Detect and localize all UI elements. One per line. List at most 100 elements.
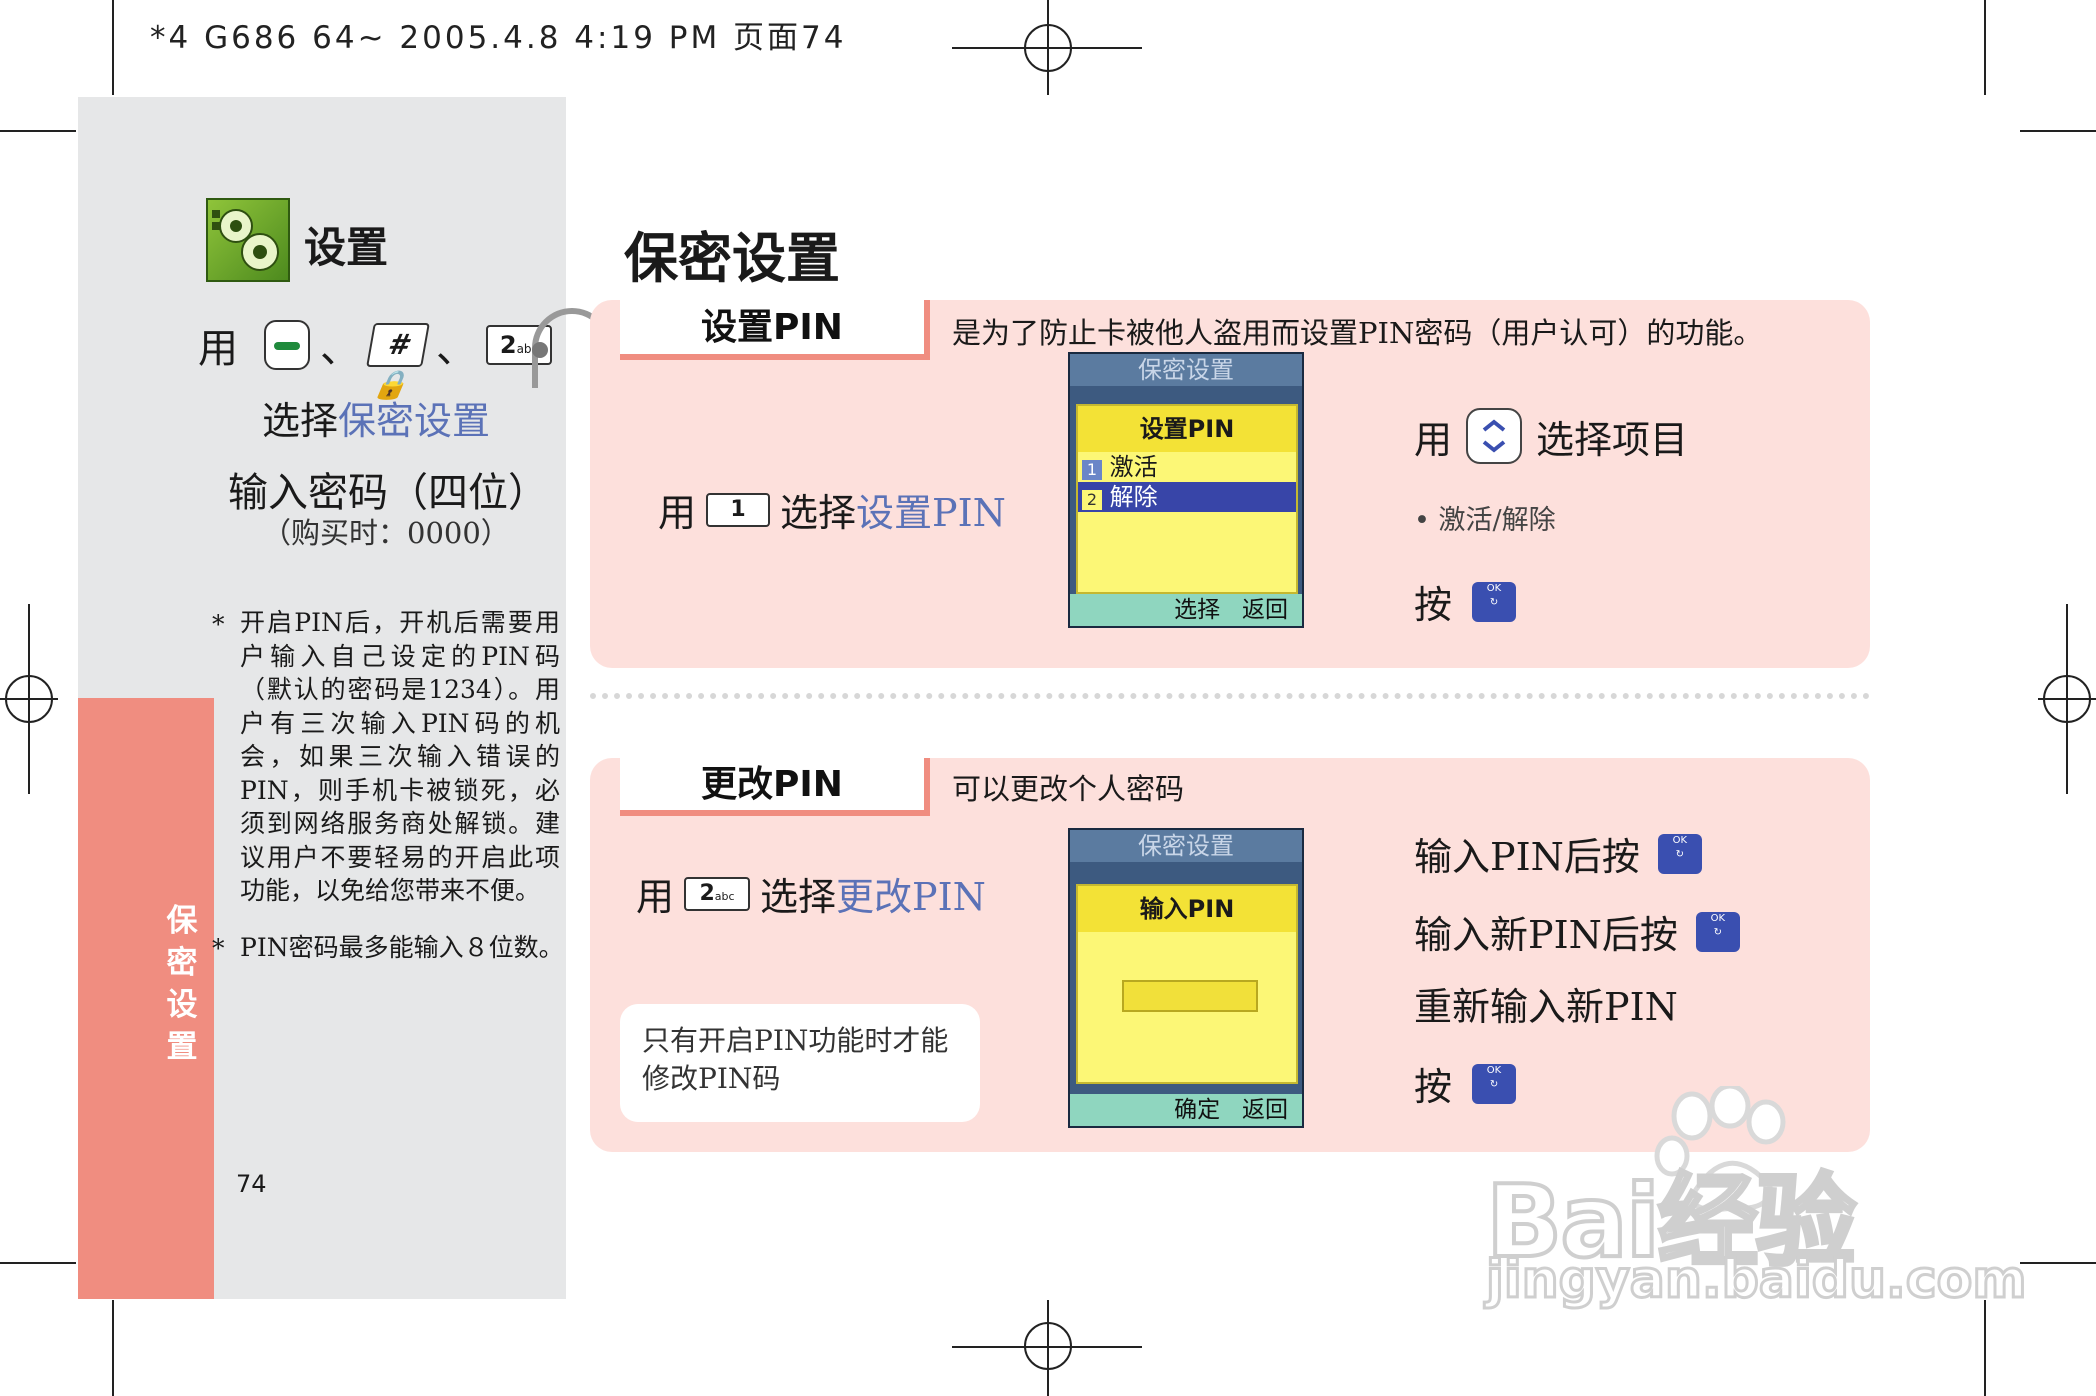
vertical-char: 设: [166, 987, 198, 1023]
page-number: 74: [236, 1170, 267, 1198]
set-pin-step: 用 1 选择设置PIN: [658, 482, 1006, 537]
phone-popup: 输入PIN: [1076, 884, 1298, 1084]
ok-key-icon: OK ↻: [1695, 911, 1740, 952]
pin-note: 开启PIN后，开机后需要用户输入自己设定的PIN码（默认的密码是1234）。用户…: [240, 608, 560, 905]
popup-option-deactivate[interactable]: 2 解除: [1078, 482, 1296, 512]
reenter-new-pin-step: 重新输入新PIN: [1414, 985, 1678, 1029]
set-pin-tab: 设置PIN: [620, 300, 930, 360]
connector-dot: [532, 342, 548, 358]
select-target: 保密设置: [338, 399, 491, 443]
nav-prefix: 用: [198, 326, 238, 372]
crop-mark: [2020, 130, 2096, 132]
step-prefix: 用: [658, 491, 697, 535]
change-pin-tab: 更改PIN: [620, 758, 930, 816]
hash-key-icon: #🔒: [366, 323, 430, 401]
vertical-char: 保: [166, 903, 198, 939]
crop-mark: [1984, 0, 1986, 95]
activate-option-line: • 激活/解除: [1414, 505, 1556, 536]
select-prefix: 选择: [262, 399, 339, 443]
phone-softkeys: 确定 返回: [1070, 1094, 1302, 1126]
page-title: 保密设置: [624, 227, 840, 290]
step-target: 设置PIN: [856, 491, 1006, 535]
enter-new-pin-label: 输入新PIN后按: [1414, 913, 1678, 957]
key-2-sub: abc: [714, 889, 735, 903]
phone-screen-set-pin: 保密设置 设置PIN 1 激活 2 解除 选择 返回: [1068, 352, 1304, 628]
press-ok-line: 按 OK ↻: [1414, 1056, 1517, 1111]
option-label: 解除: [1109, 483, 1158, 511]
set-pin-description: 是为了防止卡被他人盗用而设置PIN密码（用户认可）的功能。: [952, 316, 1763, 350]
phone-popup: 设置PIN 1 激活 2 解除: [1076, 404, 1298, 594]
default-password: （购买时：0000）: [262, 516, 510, 550]
nav-key-row: 用 、 #🔒 、 2abc: [198, 316, 552, 401]
nav-select-item: 用 选择项目: [1414, 408, 1688, 464]
key-2-label: 2: [499, 331, 517, 359]
separator: 、: [436, 326, 476, 372]
watermark-url: jingyan.baidu.com: [1485, 1249, 2029, 1312]
activate-deactivate: 激活/解除: [1438, 505, 1556, 536]
key-2-icon: 2abc: [684, 876, 751, 911]
change-pin-note: 只有开启PIN功能时才能修改PIN码: [620, 1004, 980, 1122]
option-number: 1: [1082, 460, 1102, 480]
step-target: 更改PIN: [836, 875, 986, 919]
popup-title: 设置PIN: [1078, 406, 1296, 452]
ok-key-icon: OK ↻: [1472, 581, 1517, 622]
step-select: 选择: [760, 875, 837, 919]
option-label: 激活: [1109, 453, 1158, 481]
section-title: 设置: [304, 223, 389, 272]
softkey-select[interactable]: 选择: [1174, 597, 1220, 623]
softkey-back[interactable]: 返回: [1242, 597, 1288, 623]
pin-input-field[interactable]: [1122, 980, 1258, 1012]
note-bullet: *: [212, 934, 225, 963]
use-label: 用: [1414, 417, 1453, 462]
separator: 、: [320, 326, 360, 372]
pin-length-note: PIN密码最多能输入８位数。: [240, 933, 564, 962]
softkey-confirm[interactable]: 确定: [1174, 1097, 1220, 1123]
change-pin-description: 可以更改个人密码: [952, 772, 1185, 806]
option-number: 2: [1082, 490, 1102, 510]
ok-key-icon: OK ↻: [1657, 833, 1702, 874]
nav-updown-icon: [1466, 408, 1523, 464]
vertical-char: 置: [166, 1029, 198, 1065]
ok-key-label: OK: [1672, 834, 1688, 846]
softkey-back[interactable]: 返回: [1242, 1097, 1288, 1123]
ok-key-label: OK: [1710, 912, 1726, 924]
select-item-label: 选择项目: [1536, 417, 1689, 462]
change-pin-step: 用 2abc 选择更改PIN: [636, 866, 986, 921]
registration-mark: [2043, 675, 2091, 723]
crop-mark: [112, 1300, 114, 1396]
key-1-icon: 1: [706, 492, 771, 527]
popup-option-activate[interactable]: 1 激活: [1078, 452, 1296, 482]
menu-key-icon: [264, 320, 310, 370]
enter-pin-label: 输入PIN后按: [1414, 835, 1640, 879]
registration-mark: [1024, 24, 1072, 72]
ok-key-label: OK: [1486, 582, 1502, 594]
registration-mark: [5, 675, 53, 723]
enter-pin-step: 输入PIN后按 OK ↻: [1414, 826, 1702, 881]
press-label: 按: [1414, 583, 1453, 627]
section-divider: [590, 693, 1870, 699]
crop-mark: [0, 130, 76, 132]
select-security-line: 选择保密设置: [262, 390, 490, 445]
sidebar-vertical-label: 保 密 设 置: [160, 900, 204, 1068]
press-label: 按: [1414, 1065, 1453, 1109]
crop-mark: [0, 1262, 76, 1264]
phone-title: 保密设置: [1070, 830, 1302, 862]
ok-key-label: OK: [1486, 1064, 1502, 1076]
hash-key-label: #: [385, 328, 411, 361]
registration-mark: [1024, 1322, 1072, 1370]
print-header: *4 G686 64~ 2005.4.8 4:19 PM 页面74: [150, 20, 847, 56]
press-ok-line: 按 OK ↻: [1414, 574, 1517, 629]
phone-title: 保密设置: [1070, 354, 1302, 386]
ok-key-icon: OK ↻: [1472, 1063, 1517, 1104]
key-2-label: 2: [699, 880, 715, 906]
phone-screen-change-pin: 保密设置 输入PIN 确定 返回: [1068, 828, 1304, 1128]
enter-new-pin-step: 输入新PIN后按 OK ↻: [1414, 904, 1740, 959]
phone-softkeys: 选择 返回: [1070, 594, 1302, 626]
note-bullet: *: [212, 610, 225, 639]
key-1-label: 1: [730, 496, 746, 522]
step-select: 选择: [780, 491, 857, 535]
crop-mark: [1984, 1300, 1986, 1396]
crop-mark: [2020, 1262, 2096, 1264]
vertical-char: 密: [166, 945, 198, 981]
step-prefix: 用: [636, 875, 675, 919]
